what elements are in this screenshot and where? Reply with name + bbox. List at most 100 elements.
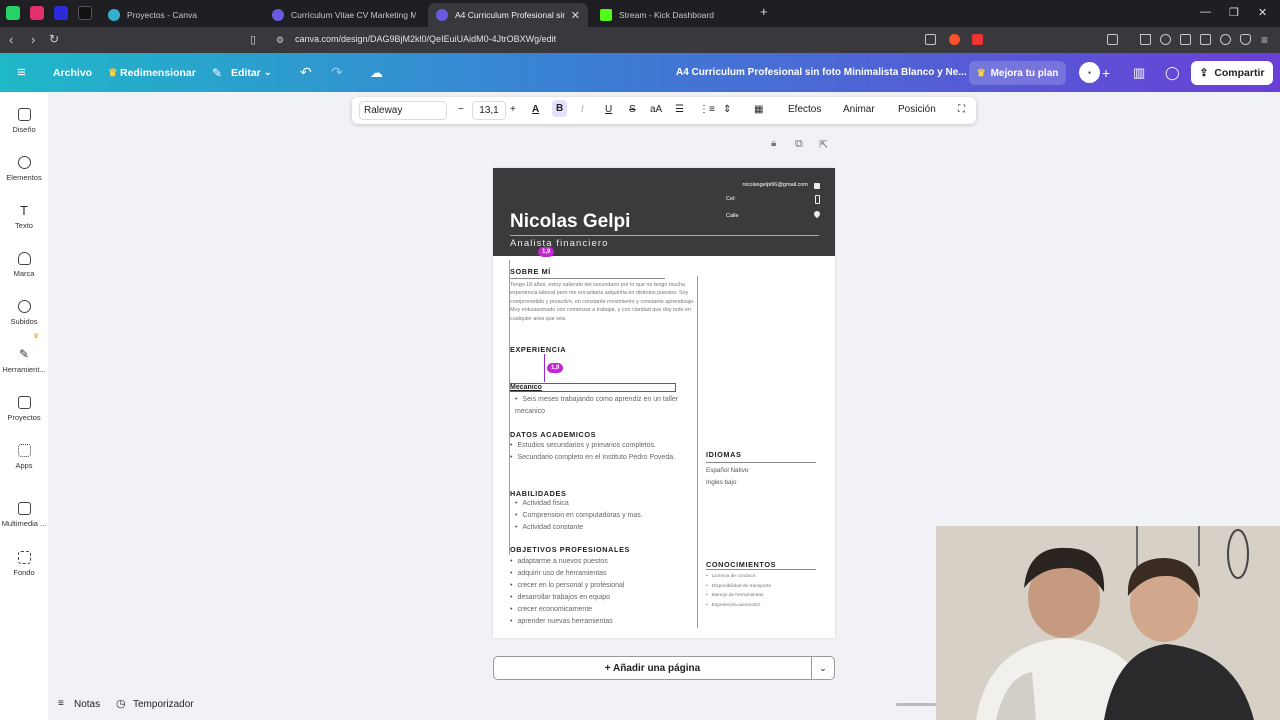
list-item[interactable]: adquirir uso de herramientas [510, 568, 695, 580]
section-title-conocimientos[interactable]: CONOCIMIENTOS [706, 560, 776, 569]
sidebar-item-apps[interactable]: Apps [0, 444, 48, 470]
section-title-objetivos[interactable]: OBJETIVOS PROFESIONALES [510, 545, 630, 554]
list-item[interactable]: adaptarme a nuevos puestos [510, 556, 695, 568]
tab-curriculum-marketing[interactable]: Currículum Vitae CV Marketing Mana [264, 3, 424, 27]
letter-case-icon[interactable]: aA [650, 104, 662, 115]
notes-button[interactable]: Notas [74, 699, 100, 710]
list-item[interactable]: crecer en lo personal y profesional [510, 580, 695, 592]
upgrade-button[interactable]: ♛ Mejora tu plan [969, 61, 1066, 85]
menu-icon[interactable]: ≡ [17, 53, 26, 92]
cloud-save-icon[interactable]: ☁ [370, 53, 383, 92]
spacing-icon[interactable]: ⇕ [723, 104, 731, 115]
brave-shield-icon[interactable] [949, 34, 960, 45]
font-family-select[interactable]: Raleway [359, 101, 447, 120]
idioma-item[interactable]: Español Nativo [706, 465, 748, 477]
decrease-size-button[interactable]: − [458, 104, 464, 115]
vpn-shield-icon[interactable] [1240, 34, 1251, 45]
redo-icon[interactable]: ↷ [331, 53, 343, 92]
sidebar-toggle-icon[interactable] [1180, 34, 1191, 45]
section-title-sobre-mi[interactable]: SOBRE MÍ [510, 267, 551, 276]
sidebar-item-proyectos[interactable]: Proyectos [0, 396, 48, 422]
minimize-button[interactable]: — [1200, 6, 1211, 18]
browser-menu-icon[interactable]: ≡ [1261, 33, 1268, 47]
tab-a4-curriculum[interactable]: A4 Curriculum Profesional sin fo ✕ [428, 3, 588, 27]
sidebar-item-diseno[interactable]: Diseño [0, 108, 48, 134]
contact-cel[interactable]: Cel: [726, 196, 736, 202]
section-title-idiomas[interactable]: IDIOMAS [706, 450, 741, 459]
editar-button[interactable]: Editar [231, 53, 261, 92]
resume-name[interactable]: Nicolas Gelpi [510, 211, 630, 233]
job-title[interactable]: Mecanico [510, 384, 542, 391]
list-item[interactable]: desarrollar trabajos en equipo [510, 592, 695, 604]
back-icon[interactable]: ‹ [9, 32, 13, 47]
section-title-datos[interactable]: DATOS ACADEMICOS [510, 430, 596, 439]
list-icon[interactable]: ⋮≡ [699, 104, 715, 115]
maximize-button[interactable]: ❐ [1229, 6, 1239, 19]
lock-icon[interactable]: 🔒︎ [771, 138, 776, 149]
list-item[interactable]: Licencia de conducir [706, 572, 821, 582]
reload-icon[interactable]: ↻ [49, 32, 59, 46]
list-item[interactable]: Seis meses trabajando como aprendiz en u… [515, 394, 695, 418]
align-left-icon[interactable]: ☰ [675, 104, 684, 115]
resume-role[interactable]: Analista financiero [510, 238, 609, 249]
italic-icon[interactable]: I [581, 104, 584, 115]
tiktok-icon[interactable] [78, 6, 92, 20]
bookmark-icon[interactable]: ▯ [250, 33, 256, 46]
close-tab-icon[interactable]: ✕ [571, 9, 580, 22]
comment-icon[interactable]: ◯ [1165, 53, 1180, 92]
avatar[interactable]: ● [1079, 62, 1100, 83]
insights-icon[interactable]: ▥ [1133, 53, 1145, 92]
sidebar-item-elementos[interactable]: Elementos [0, 156, 48, 182]
duplicate-page-icon[interactable]: ⧉ [795, 138, 803, 151]
text-color-icon[interactable]: A [532, 104, 539, 115]
sidebar-item-multimedia[interactable]: Multimedia ... [0, 502, 48, 528]
transparency-icon[interactable]: ▦ [754, 104, 763, 115]
url-field[interactable]: canva.com/design/DAG9BjM2kl0/QeIEuiUAidM… [295, 34, 556, 44]
archivo-button[interactable]: Archivo [53, 53, 92, 92]
section-title-habilidades[interactable]: HABILIDADES [510, 489, 566, 498]
posicion-button[interactable]: Posición [898, 104, 936, 115]
leo-ai-icon[interactable] [1220, 34, 1231, 45]
wallet-icon[interactable] [1200, 34, 1211, 45]
add-page-icon[interactable]: ⇱ [819, 138, 828, 151]
pinned-app-icon[interactable] [54, 6, 68, 20]
design-page[interactable]: nicolasgelpi96@gmail.com Cel: Calle Nico… [493, 168, 835, 638]
sobre-mi-text[interactable]: Tengo 18 años, estoy saliendo del secund… [510, 281, 696, 323]
increase-size-button[interactable]: + [510, 104, 516, 115]
contact-calle[interactable]: Calle [726, 213, 739, 219]
document-title[interactable]: A4 Curriculum Profesional sin foto Minim… [676, 67, 967, 78]
bold-icon[interactable]: B [552, 100, 568, 117]
site-info-icon[interactable]: ⚙ [276, 35, 284, 46]
sidebar-item-fondo[interactable]: Fondo [0, 551, 48, 577]
media-icon[interactable] [1160, 34, 1171, 45]
list-item[interactable]: Manejo de herramientas [706, 591, 821, 601]
list-item[interactable]: Actividad fisica [515, 498, 695, 510]
add-page-button[interactable]: + Añadir una página [493, 656, 812, 680]
list-item[interactable]: Estudios secundarios y primarios complet… [510, 440, 695, 452]
chevron-down-icon[interactable]: ⌄ [811, 656, 835, 680]
add-collaborator-icon[interactable]: + [1102, 53, 1110, 92]
close-window-button[interactable]: ✕ [1258, 6, 1267, 19]
whatsapp-icon[interactable] [6, 6, 20, 20]
list-item[interactable]: Experiencia automotriz [706, 601, 821, 611]
sidebar-item-herramientas[interactable]: ✎ Herramient... [0, 348, 48, 375]
undo-icon[interactable]: ↶ [300, 53, 312, 92]
share-page-icon[interactable] [925, 34, 936, 45]
section-title-experiencia[interactable]: EXPERIENCIA [510, 345, 566, 354]
chevron-down-icon[interactable]: ⌄ [264, 53, 272, 92]
tab-proyectos[interactable]: Proyectos - Canva [100, 3, 260, 27]
list-item[interactable]: Disponibilidad de transporte [706, 582, 821, 592]
download-icon[interactable] [1140, 34, 1151, 45]
tab-kick-dashboard[interactable]: Stream - Kick Dashboard [592, 3, 752, 27]
list-item[interactable]: crecer economicamente [510, 604, 695, 616]
timer-button[interactable]: Temporizador [133, 699, 194, 710]
list-item[interactable]: Comprension en computadoras y mas. [515, 510, 695, 522]
instagram-icon[interactable] [30, 6, 44, 20]
share-button[interactable]: ⇪ Compartir [1191, 61, 1273, 85]
animar-button[interactable]: Animar [843, 104, 875, 115]
paint-format-icon[interactable]: ⛶ [958, 104, 965, 115]
rewards-icon[interactable] [972, 34, 983, 45]
underline-icon[interactable]: U [605, 104, 612, 115]
idioma-item[interactable]: Ingles bajo [706, 477, 736, 489]
forward-icon[interactable]: › [31, 32, 35, 47]
